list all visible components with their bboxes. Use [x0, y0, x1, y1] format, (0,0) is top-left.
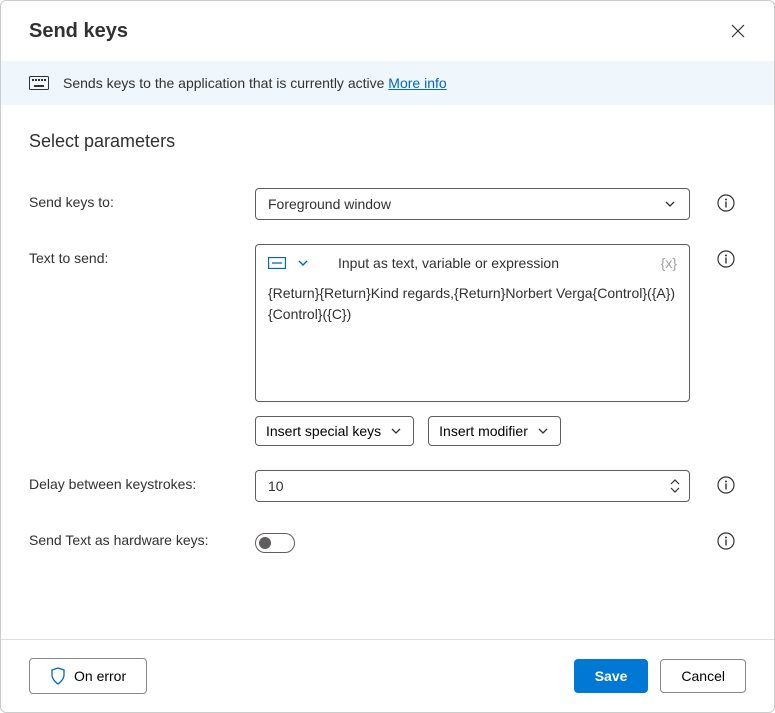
save-button[interactable]: Save	[574, 659, 649, 693]
close-icon	[730, 23, 746, 39]
dialog-footer: On error Save Cancel	[1, 639, 774, 712]
variable-insert-icon[interactable]: {x}	[661, 255, 677, 271]
close-button[interactable]	[726, 19, 750, 43]
text-to-send-placeholder: Input as text, variable or expression	[338, 255, 651, 271]
hardware-keys-label: Send Text as hardware keys:	[29, 526, 239, 548]
info-text: Sends keys to the application that is cu…	[63, 75, 447, 91]
row-text-to-send: Text to send: Input as text, variable or…	[29, 244, 746, 446]
chevron-down-icon	[669, 486, 681, 494]
delay-label: Delay between keystrokes:	[29, 470, 239, 492]
chevron-down-icon[interactable]	[296, 256, 310, 270]
insert-special-keys-button[interactable]: Insert special keys	[255, 416, 414, 446]
text-to-send-input[interactable]: Input as text, variable or expression {x…	[255, 244, 690, 402]
chevron-down-icon	[536, 424, 550, 438]
text-to-send-label: Text to send:	[29, 244, 239, 266]
text-to-send-value: {Return}{Return}Kind regards,{Return}Nor…	[268, 283, 677, 325]
insert-modifier-button[interactable]: Insert modifier	[428, 416, 561, 446]
shield-icon	[50, 667, 66, 685]
chevron-down-icon	[389, 424, 403, 438]
section-title: Select parameters	[29, 131, 746, 152]
row-send-keys-to: Send keys to: Foreground window	[29, 188, 746, 220]
delay-input[interactable]: 10	[255, 470, 690, 502]
hardware-keys-toggle[interactable]	[255, 533, 295, 553]
dialog-content: Select parameters Send keys to: Foregrou…	[1, 105, 774, 639]
dialog-header: Send keys	[1, 1, 774, 61]
info-icon[interactable]	[717, 250, 735, 268]
keyboard-icon	[29, 76, 49, 90]
dialog-title: Send keys	[29, 20, 128, 43]
info-banner: Sends keys to the application that is cu…	[1, 61, 774, 105]
send-keys-dialog: Send keys Sends keys to the application …	[0, 0, 775, 713]
chevron-down-icon	[663, 197, 677, 211]
more-info-link[interactable]: More info	[388, 75, 446, 91]
send-keys-to-value: Foreground window	[268, 196, 391, 212]
send-keys-to-label: Send keys to:	[29, 188, 239, 210]
info-icon[interactable]	[717, 476, 735, 494]
delay-spinner[interactable]	[669, 478, 681, 494]
delay-value: 10	[268, 478, 284, 494]
info-icon[interactable]	[717, 194, 735, 212]
row-hardware-keys: Send Text as hardware keys:	[29, 526, 746, 560]
info-icon[interactable]	[717, 532, 735, 550]
row-delay: Delay between keystrokes: 10	[29, 470, 746, 502]
cancel-button[interactable]: Cancel	[660, 659, 746, 693]
chevron-up-icon	[669, 478, 681, 486]
send-keys-to-select[interactable]: Foreground window	[255, 188, 690, 220]
on-error-button[interactable]: On error	[29, 658, 147, 694]
text-mode-icon	[268, 257, 286, 269]
